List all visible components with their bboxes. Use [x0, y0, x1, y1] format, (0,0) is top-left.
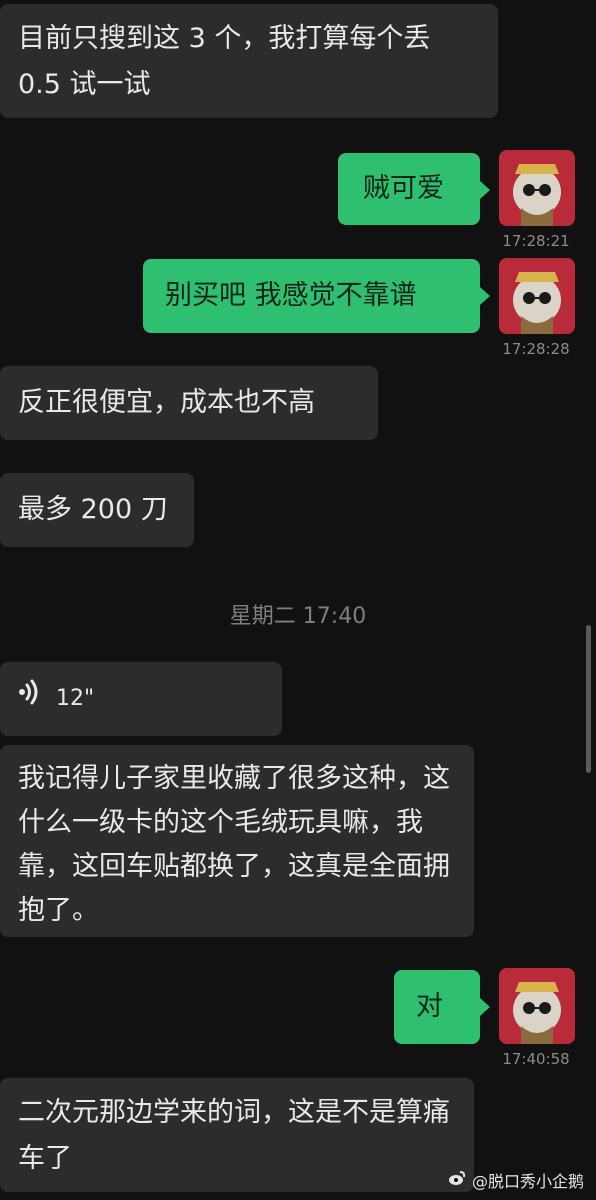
message-timestamp: 17:40:58 [502, 1050, 570, 1068]
user-avatar[interactable] [499, 150, 575, 226]
message-incoming[interactable]: 二次元那边学来的词，这是不是算痛车了 [0, 1078, 474, 1192]
message-text: 我记得儿子家里收藏了很多这种，这什么一级卡的这个毛绒玩具嘛，我靠，这回车贴都换了… [18, 763, 450, 926]
avatar-icon [499, 150, 575, 226]
message-incoming[interactable]: 最多 200 刀 [0, 473, 194, 547]
voice-wave-icon [18, 676, 40, 722]
scrollbar[interactable] [586, 625, 591, 773]
watermark-text: @脱口秀小企鹅 [471, 1172, 584, 1191]
avatar-icon [499, 968, 575, 1044]
message-text: 反正很便宜，成本也不高 [18, 387, 315, 418]
message-incoming[interactable]: 我记得儿子家里收藏了很多这种，这什么一级卡的这个毛绒玩具嘛，我靠，这回车贴都换了… [0, 745, 474, 937]
message-text: 别买吧 我感觉不靠谱 [165, 280, 417, 311]
message-text: 目前只搜到这 3 个，我打算每个丢 0.5 试一试 [18, 23, 431, 100]
message-outgoing[interactable]: 对 [394, 970, 490, 1044]
watermark: @脱口秀小企鹅 [448, 1168, 584, 1192]
message-outgoing[interactable]: 贼可爱 [338, 153, 490, 225]
message-text: 贼可爱 [363, 173, 444, 204]
message-text: 二次元那边学来的词，这是不是算痛车了 [18, 1097, 450, 1174]
message-timestamp: 17:28:21 [502, 232, 570, 250]
voice-duration: 12" [56, 686, 95, 711]
message-outgoing[interactable]: 别买吧 我感觉不靠谱 [143, 259, 490, 333]
message-text: 最多 200 刀 [18, 494, 168, 525]
message-incoming[interactable]: 反正很便宜，成本也不高 [0, 366, 378, 440]
date-divider: 星期二 17:40 [229, 604, 367, 629]
message-timestamp: 17:28:28 [502, 340, 570, 358]
voice-message[interactable]: 12" [0, 662, 282, 736]
avatar-icon [499, 258, 575, 334]
weibo-logo-icon [448, 1170, 466, 1190]
message-text: 对 [416, 991, 443, 1022]
chat-thread: 目前只搜到这 3 个，我打算每个丢 0.5 试一试 贼可爱 17:28:21 别… [0, 0, 596, 1200]
user-avatar[interactable] [499, 968, 575, 1044]
user-avatar[interactable] [499, 258, 575, 334]
message-incoming[interactable]: 目前只搜到这 3 个，我打算每个丢 0.5 试一试 [0, 4, 498, 118]
